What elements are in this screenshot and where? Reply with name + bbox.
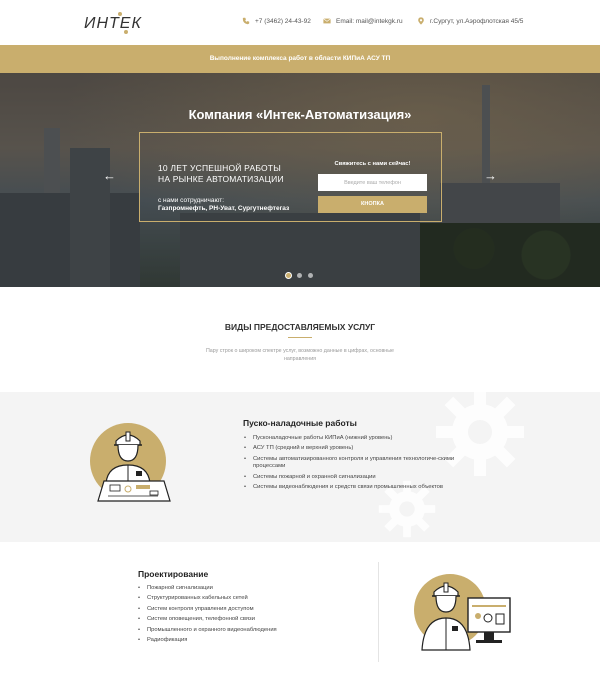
site-header: ИНТЕК +7 (3462) 24-43-92 Email: mail@int… [0,0,600,45]
list-item: Системы автоматизированного контроля и у… [244,456,464,471]
phone-input[interactable] [318,174,427,191]
mail-icon [323,18,331,24]
list-item: Системы пожарной и охранной сигнализации [244,474,464,482]
header-address: г.Сургут, ул.Аэрофлотская 45/5 [417,17,523,25]
commissioning-title: Пуско-наладочные работы [243,418,357,428]
section-divider [378,562,379,662]
header-address-text: г.Сургут, ул.Аэрофлотская 45/5 [430,17,524,25]
header-email-text: Email: mail@intekgk.ru [336,17,403,25]
list-item: Систем оповещения, телефонной связи [138,616,368,624]
prev-slide-arrow[interactable]: ← [103,169,116,182]
callback-button[interactable]: КНОПКА [318,196,427,213]
hero-slider: Компания «Интек-Автоматизация» 10 ЛЕТ УС… [0,73,600,287]
hero-slogan-line1: 10 ЛЕТ УСПЕШНОЙ РАБОТЫ [158,163,281,173]
list-item: Пожарной сигнализации [138,585,368,593]
hero-slogan-line2: НА РЫНКЕ АВТОМАТИЗАЦИИ [158,174,284,184]
top-banner: Выполнение комплекса работ в области КИП… [0,45,600,73]
logo[interactable]: ИНТЕК [84,11,160,35]
commissioning-list: Пусконаладочные работы КИПиА (нижний уро… [244,435,464,495]
list-item: Структурированных кабельных сетей [138,595,368,603]
hero-slogan: 10 ЛЕТ УСПЕШНОЙ РАБОТЫ НА РЫНКЕ АВТОМАТИ… [158,163,284,185]
header-email[interactable]: Email: mail@intekgk.ru [323,17,403,25]
services-title-underline [288,337,312,338]
design-title: Проектирование [138,569,209,579]
engineer-with-monitor-illustration [414,574,511,651]
slider-dot[interactable] [308,273,313,278]
header-phone[interactable]: +7 (3462) 24-43-92 [242,17,311,25]
location-icon [418,17,424,25]
logo-text: ИНТЕК [84,15,142,32]
slider-dot[interactable] [286,273,291,278]
next-slide-arrow[interactable]: → [484,169,497,182]
list-item: Систем контроля управления доступом [138,606,368,614]
list-item: Радиофикация [138,637,368,645]
design-list: Пожарной сигнализации Структурированных … [138,585,368,648]
list-item: Пусконаладочные работы КИПиА (нижний уро… [244,435,464,443]
callback-form-label: Свяжитесь с нами сейчас! [334,161,411,167]
partners-list: Газпромнефть, РН-Уват, Сургутнефтегаз [158,205,290,212]
hero-title: Компания «Интек-Автоматизация» [188,107,412,122]
services-title: ВИДЫ ПРЕДОСТАВЛЯЕМЫХ УСЛУГ [224,322,376,332]
engineer-with-blueprint-illustration [90,423,171,502]
slider-dots [286,273,313,278]
header-phone-text: +7 (3462) 24-43-92 [255,17,311,25]
services-subtitle: Пару строк о широком спектре услуг, возм… [206,348,394,362]
slider-dot[interactable] [297,273,302,278]
phone-icon [242,17,250,25]
list-item: Системы видеонаблюдения и средств связи … [244,484,464,492]
list-item: Промышленного и охранного видеонаблюдени… [138,627,368,635]
list-item: АСУ ТП (средний и верхний уровень) [244,445,464,453]
